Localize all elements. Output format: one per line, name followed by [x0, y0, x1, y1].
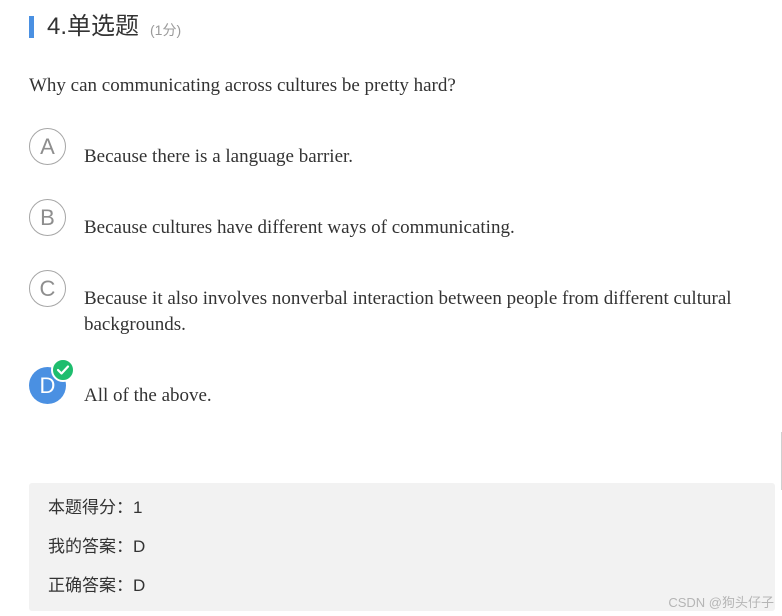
- option-a[interactable]: A Because there is a language barrier.: [29, 128, 774, 168]
- option-c[interactable]: C Because it also involves nonverbal int…: [29, 270, 774, 336]
- option-c-text: Because it also involves nonverbal inter…: [84, 288, 732, 335]
- my-answer-line: 我的答案：D: [48, 537, 146, 556]
- option-c-letter[interactable]: C: [29, 270, 66, 307]
- score-line: 本题得分：1: [48, 498, 143, 517]
- result-panel: 本题得分：1 我的答案：D 正确答案：D: [29, 483, 775, 611]
- option-b-letter[interactable]: B: [29, 199, 66, 236]
- question-text: Why can communicating across cultures be…: [29, 75, 456, 96]
- option-b[interactable]: B Because cultures have different ways o…: [29, 199, 774, 239]
- option-d[interactable]: D All of the above.: [29, 358, 774, 407]
- check-circle-icon: [51, 358, 75, 382]
- question-title: 4.单选题: [47, 13, 140, 40]
- option-b-text: Because cultures have different ways of …: [84, 217, 515, 238]
- option-a-letter[interactable]: A: [29, 128, 66, 165]
- correct-answer-line: 正确答案：D: [48, 576, 146, 595]
- watermark: CSDN @狗头仔子: [668, 595, 774, 610]
- question-accent-bar: [29, 16, 34, 38]
- question-score: (1分): [150, 22, 182, 38]
- option-a-text: Because there is a language barrier.: [84, 146, 354, 167]
- question-header: 4.单选题 (1分): [29, 12, 181, 42]
- option-d-text: All of the above.: [84, 385, 212, 406]
